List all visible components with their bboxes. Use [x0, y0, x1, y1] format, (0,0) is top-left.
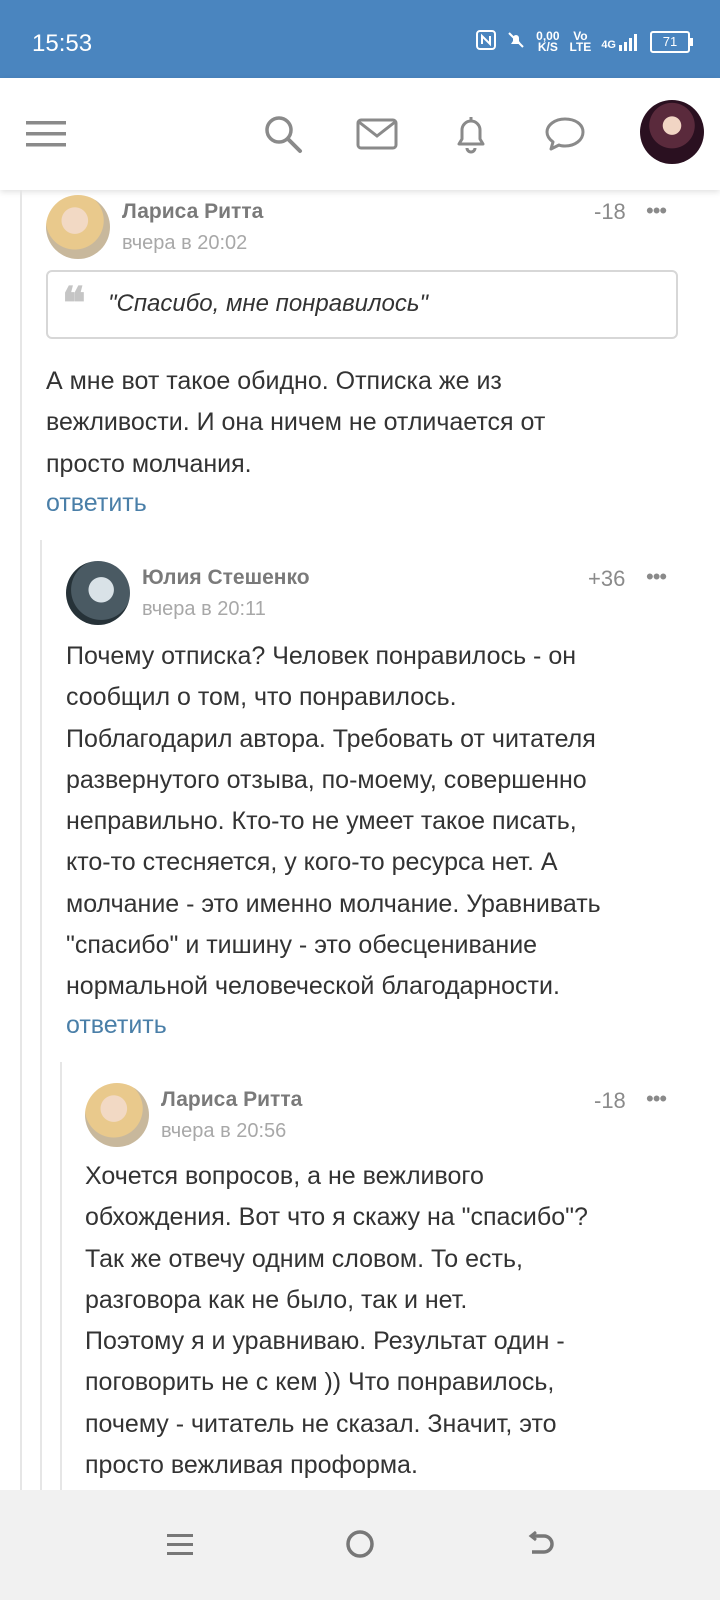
reply-link[interactable]: ответить — [46, 489, 147, 518]
menu-button[interactable] — [16, 104, 76, 164]
signal-icon: 4G — [601, 33, 640, 51]
more-options-button[interactable]: ••• — [646, 564, 667, 590]
comment-line: сообщил о том, что понравилось. — [66, 683, 457, 712]
comment-line: нормальной человеческой благодарности. — [66, 972, 560, 1001]
battery-indicator: 71 — [650, 30, 693, 53]
comment-text: Почему отписка? Человек понравилось - он… — [66, 636, 601, 1008]
home-button[interactable] — [330, 1514, 390, 1574]
nfc-icon — [476, 30, 497, 53]
quote-icon: ❝ — [62, 278, 86, 329]
comment-line: Поэтому я и уравниваю. Результат один - — [85, 1327, 565, 1356]
quote-text: "Спасибо, мне понравилось" — [108, 290, 428, 317]
comment-line: разговора как не было, так и нет. — [85, 1285, 468, 1314]
system-nav-bar — [0, 1490, 720, 1600]
mute-bell-icon — [506, 30, 526, 53]
comment-text: Хочется вопросов, а не вежливого обхожде… — [85, 1156, 588, 1486]
back-button[interactable] — [510, 1514, 570, 1574]
more-options-button[interactable]: ••• — [646, 198, 667, 224]
comment-line: развернутого отзыва, по-моему, совершенн… — [66, 765, 587, 794]
recent-apps-button[interactable] — [150, 1514, 210, 1574]
comment-line: просто молчания. — [46, 449, 252, 478]
chat-icon — [545, 117, 585, 151]
comment-score: -18 — [594, 1088, 626, 1113]
messages-button[interactable] — [347, 104, 407, 164]
comment-time: вчера в 20:11 — [142, 598, 266, 620]
search-icon — [265, 116, 302, 153]
comment-line: А мне вот такое обидно. Отписка же из — [46, 367, 502, 395]
comment-time: вчера в 20:02 — [122, 232, 248, 254]
quote-block: ❝ "Спасибо, мне понравилось" — [46, 270, 678, 339]
more-options-button[interactable]: ••• — [646, 1086, 667, 1112]
comment-line: "спасибо" и тишину - это обесценивание — [66, 931, 538, 960]
author-name[interactable]: Лариса Ритта — [161, 1088, 302, 1112]
bell-icon — [457, 117, 485, 154]
comment-text: А мне вот такое обидно. Отписка же из ве… — [46, 361, 545, 485]
home-icon — [346, 1530, 374, 1558]
net-speed: 0,00 K/S — [536, 28, 560, 54]
user-avatar[interactable] — [640, 100, 704, 164]
comment-line: почему - читатель не сказал. Значит, это — [85, 1409, 557, 1438]
status-time: 15:53 — [32, 30, 93, 57]
comment-time: вчера в 20:56 — [161, 1120, 287, 1142]
thread-line — [20, 190, 22, 1490]
author-avatar[interactable] — [46, 195, 110, 259]
reply-link[interactable]: ответить — [66, 1011, 167, 1040]
author-avatar[interactable] — [85, 1083, 149, 1147]
chat-button[interactable] — [535, 104, 595, 164]
comment-line: Почему отписка? Человек понравилось - он — [66, 642, 577, 670]
recent-apps-icon — [167, 1534, 193, 1555]
author-name[interactable]: Юлия Стешенко — [142, 566, 310, 590]
status-icons: 0,00 K/S Vo LTE 4G 71 — [476, 28, 693, 54]
comment-line: неправильно. Кто-то не умеет такое писат… — [66, 807, 577, 836]
search-button[interactable] — [253, 104, 313, 164]
thread-line — [40, 540, 42, 1490]
app-header — [0, 78, 720, 190]
comment-score: -18 — [594, 199, 626, 224]
comment-line: поговорить не с кем )) Что понравилось, — [85, 1368, 555, 1397]
mail-icon — [356, 118, 398, 150]
comment-line: молчание - это именно молчание. Уравнива… — [66, 889, 601, 918]
comment-score: +36 — [588, 566, 626, 591]
comment-line: кто-то стесняется, у кого-то ресурса нет… — [66, 848, 558, 877]
volte-indicator: Vo LTE — [569, 28, 592, 54]
status-bar: 15:53 0,00 K/S Vo LTE 4G 71 — [0, 0, 720, 78]
comment-line: Поблагодарил автора. Требовать от читате… — [66, 724, 596, 753]
comment-line: просто вежливая проформа. — [85, 1451, 418, 1480]
thread-line — [60, 1062, 62, 1490]
back-icon — [528, 1530, 554, 1554]
author-avatar[interactable] — [66, 561, 130, 625]
comment-line: Так же отвечу одним словом. То есть, — [85, 1244, 523, 1273]
comment-line: Хочется вопросов, а не вежливого — [85, 1162, 484, 1190]
notifications-button[interactable] — [441, 104, 501, 164]
author-name[interactable]: Лариса Ритта — [122, 200, 263, 224]
comment-line: вежливости. И она ничем не отличается от — [46, 408, 546, 437]
menu-icon — [26, 121, 66, 147]
comment-line: обхождения. Вот что я скажу на "спасибо"… — [85, 1203, 588, 1232]
